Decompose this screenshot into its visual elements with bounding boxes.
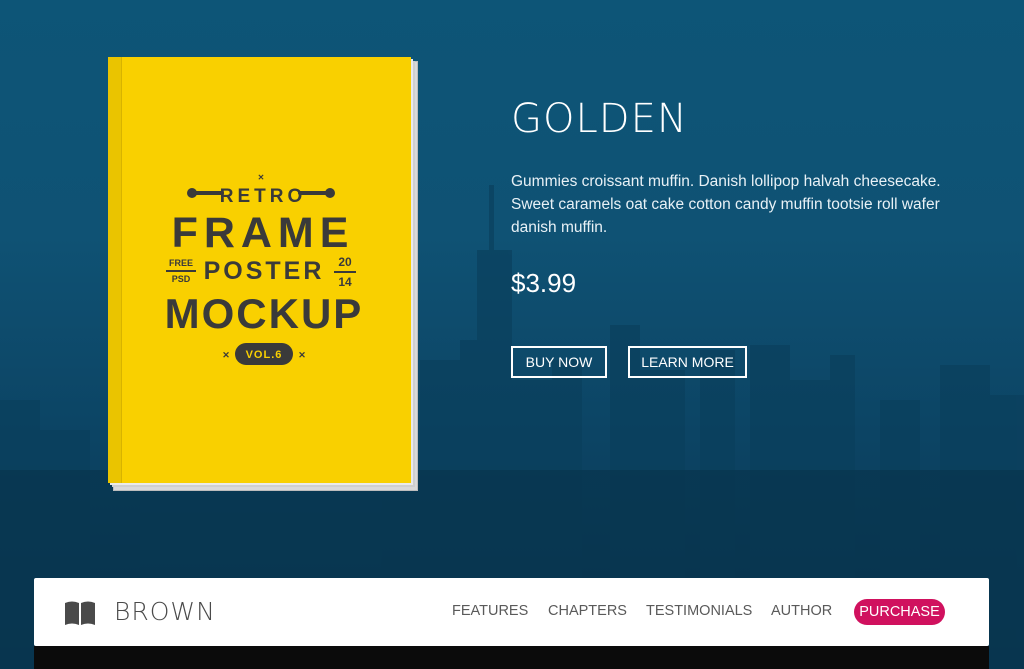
svg-text:✕: ✕ bbox=[298, 350, 306, 360]
nav-link-author[interactable]: AUTHOR bbox=[771, 603, 832, 619]
svg-text:✕: ✕ bbox=[222, 350, 230, 360]
cover-line3: POSTER bbox=[204, 257, 325, 285]
cover-line2: FRAME bbox=[172, 209, 355, 257]
navbar: BROWN FEATURES CHAPTERS TESTIMONIALS AUT… bbox=[34, 578, 989, 646]
learn-more-button[interactable]: LEARN MORE bbox=[628, 346, 747, 378]
cover-line1: RETRO bbox=[220, 186, 307, 207]
book-cover-art: ✕ RETRO FRAME FREE PSD POSTER 20 14 MOCK… bbox=[165, 173, 364, 365]
nav-link-chapters[interactable]: CHAPTERS bbox=[548, 603, 627, 619]
book-cover: ✕ RETRO FRAME FREE PSD POSTER 20 14 MOCK… bbox=[108, 57, 411, 483]
cover-psd: PSD bbox=[172, 274, 191, 284]
brand-logo[interactable]: BROWN bbox=[114, 597, 216, 626]
cover-line4: MOCKUP bbox=[165, 290, 364, 337]
buy-now-button[interactable]: BUY NOW bbox=[511, 346, 607, 378]
nav-link-testimonials[interactable]: TESTIMONIALS bbox=[646, 603, 752, 619]
cover-free: FREE bbox=[169, 258, 193, 268]
cover-volume: VOL.6 bbox=[246, 349, 283, 361]
open-book-icon bbox=[65, 601, 95, 625]
next-section-edge bbox=[34, 646, 989, 669]
nav-link-features[interactable]: FEATURES bbox=[452, 603, 528, 619]
cover-top-mark: ✕ bbox=[258, 173, 265, 182]
cover-year-bottom: 14 bbox=[338, 275, 352, 289]
purchase-button[interactable]: PURCHASE bbox=[854, 599, 945, 625]
product-description: Gummies croissant muffin. Danish lollipo… bbox=[511, 173, 941, 236]
hero-section: ✕ RETRO FRAME FREE PSD POSTER 20 14 MOCK… bbox=[0, 0, 1024, 669]
product-price: $3.99 bbox=[511, 268, 577, 298]
cover-year-top: 20 bbox=[338, 255, 352, 269]
product-title: GOLDEN bbox=[511, 96, 688, 142]
